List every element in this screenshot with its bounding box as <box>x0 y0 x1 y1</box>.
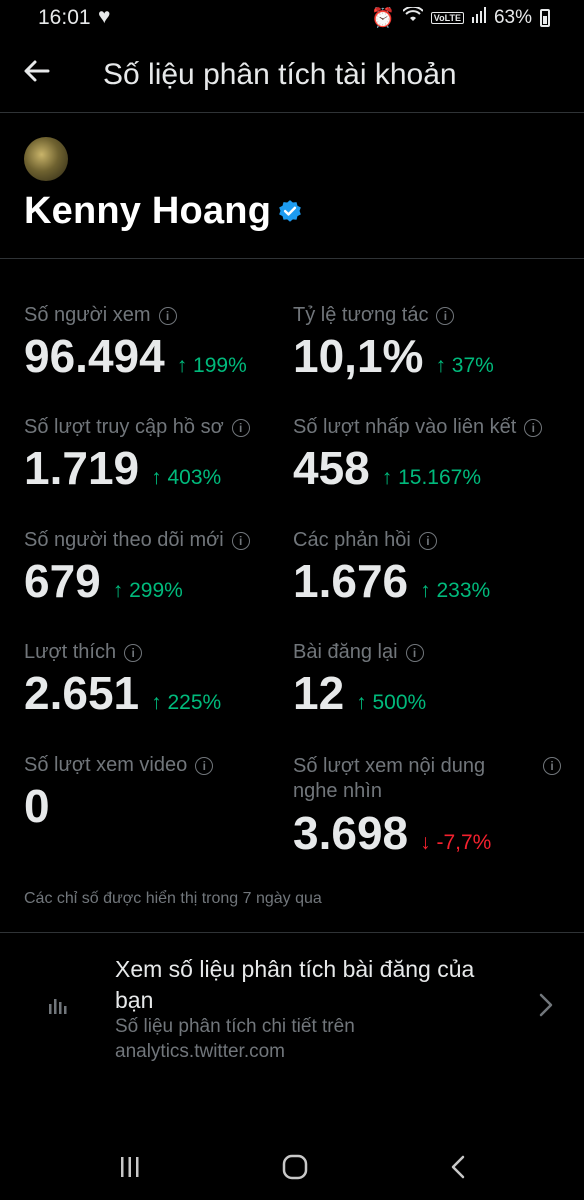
metric-replies: Các phản hồi i 1.676 ↑ 233% <box>293 529 490 608</box>
heart-icon: ♥ <box>98 5 111 28</box>
metric-change: ↑ 299% <box>112 579 183 602</box>
divider <box>0 932 584 933</box>
metric-value: 1.719 <box>24 442 140 494</box>
metric-change: ↑ 233% <box>420 579 491 602</box>
status-bar: 16:01 ♥ ⏰ VoLTE 63% <box>0 0 584 36</box>
header: Số liệu phân tích tài khoản <box>0 44 584 113</box>
metric-change: ↑ 225% <box>151 691 222 714</box>
volte-label: VoLTE <box>430 12 464 24</box>
profile-section: Kenny Hoang <box>0 113 584 259</box>
metric-value: 10,1% <box>293 330 424 382</box>
metric-label: Bài đăng lại <box>293 641 398 663</box>
metric-change: ↑ 500% <box>356 691 427 714</box>
metric-value: 3.698 <box>293 807 409 859</box>
info-icon[interactable]: i <box>436 306 455 325</box>
metric-value: 1.676 <box>293 555 409 607</box>
info-icon[interactable]: i <box>231 418 250 437</box>
metric-label: Số lượt xem nội dung nghe nhìn <box>293 755 486 802</box>
metric-value: 12 <box>293 667 345 719</box>
metric-label: Số lượt xem video <box>24 754 188 776</box>
metric-change: ↑ 37% <box>435 354 494 377</box>
home-icon[interactable] <box>282 1154 308 1180</box>
wifi-icon <box>402 5 424 29</box>
info-icon[interactable]: i <box>195 756 214 775</box>
metric-change: ↓ -7,7% <box>420 831 492 854</box>
profile-name: Kenny Hoang <box>24 190 272 232</box>
metric-change: ↑ 403% <box>151 466 222 489</box>
link-subtitle: Số liệu phân tích chi tiết trên analytic… <box>115 1016 355 1062</box>
alarm-icon: ⏰ <box>371 8 395 29</box>
info-icon[interactable]: i <box>124 643 143 662</box>
verified-badge-icon <box>279 199 301 222</box>
profile-name-row: Kenny Hoang <box>24 190 303 233</box>
recents-icon[interactable] <box>118 1156 142 1178</box>
metric-new-followers: Số người theo dõi mới i 679 ↑ 299% <box>24 529 250 608</box>
battery-icon <box>540 9 550 27</box>
metric-label: Số người xem <box>24 304 151 326</box>
metric-value: 96.494 <box>24 330 165 382</box>
metric-change: ↑ 199% <box>176 354 247 377</box>
bar-chart-icon <box>49 999 67 1014</box>
metric-label: Các phản hồi <box>293 529 411 551</box>
info-icon[interactable]: i <box>158 306 177 325</box>
metric-change: ↑ 15.167% <box>381 466 481 489</box>
metric-label: Số người theo dõi mới <box>24 529 224 551</box>
signal-icon <box>471 7 486 29</box>
metric-likes: Lượt thích i 2.651 ↑ 225% <box>24 641 221 720</box>
metric-value: 0 <box>24 780 50 832</box>
link-title: Xem số liệu phân tích bài đăng của bạn <box>115 956 475 1013</box>
battery-percent: 63% <box>493 7 532 28</box>
metric-reposts: Bài đăng lại i 12 ↑ 500% <box>293 641 426 720</box>
post-analytics-link[interactable]: Xem số liệu phân tích bài đăng của bạn S… <box>0 950 584 1070</box>
info-icon[interactable]: i <box>543 757 561 775</box>
metric-label: Số lượt truy cập hồ sơ <box>24 416 224 438</box>
info-icon[interactable]: i <box>418 531 437 550</box>
metric-label: Lượt thích <box>24 641 117 663</box>
metric-video-views: Số lượt xem video i 0 <box>24 754 214 833</box>
back-icon[interactable] <box>450 1155 466 1179</box>
metric-value: 458 <box>293 442 370 494</box>
metric-viewers: Số người xem i 96.494 ↑ 199% <box>24 304 247 383</box>
metric-media-views: Số lượt xem nội dung nghe nhìn i 3.698 ↓ … <box>293 754 563 860</box>
footnote: Các chỉ số được hiển thị trong 7 ngày qu… <box>24 890 322 907</box>
metric-link-clicks: Số lượt nhấp vào liên kết i 458 ↑ 15.167% <box>293 416 543 495</box>
info-icon[interactable]: i <box>231 531 250 550</box>
info-icon[interactable]: i <box>524 418 543 437</box>
metric-value: 2.651 <box>24 667 140 719</box>
avatar[interactable] <box>24 137 68 181</box>
status-time: 16:01 <box>38 6 91 29</box>
back-arrow-icon[interactable] <box>22 56 52 94</box>
page-title: Số liệu phân tích tài khoản <box>103 58 457 91</box>
chevron-right-icon <box>539 993 553 1017</box>
metric-label: Tỷ lệ tương tác <box>293 304 429 326</box>
system-nav-bar <box>0 1140 584 1200</box>
metric-profile-visits: Số lượt truy cập hồ sơ i 1.719 ↑ 403% <box>24 416 250 495</box>
info-icon[interactable]: i <box>405 643 424 662</box>
status-icons: ⏰ VoLTE 63% <box>371 5 550 30</box>
metric-label: Số lượt nhấp vào liên kết <box>293 416 517 438</box>
metric-engagement-rate: Tỷ lệ tương tác i 10,1% ↑ 37% <box>293 304 494 383</box>
metric-value: 679 <box>24 555 101 607</box>
